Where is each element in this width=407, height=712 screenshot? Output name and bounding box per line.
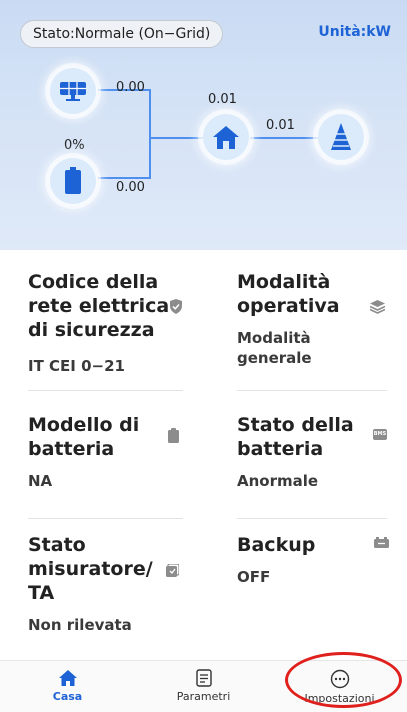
divider (28, 518, 183, 519)
divider (237, 390, 387, 391)
mode-card[interactable]: Modalità operativa Modalità generale (237, 270, 387, 368)
shield-icon (170, 299, 182, 314)
grid-code-card[interactable]: Codice della rete elettrica di sicurezza… (28, 270, 198, 376)
pv-power-value: 0.00 (116, 80, 145, 95)
tab-home-label: Casa (52, 690, 83, 703)
battery-model-card[interactable]: Modello di batteria NA (28, 413, 198, 491)
battery-state-title: Stato della batteria (237, 414, 354, 460)
tab-parameters-label: Parametri (176, 690, 231, 703)
battery-model-value: NA (28, 472, 53, 490)
home-icon (58, 670, 77, 686)
home-power-value: 0.01 (208, 92, 237, 107)
grid-tower-icon (331, 123, 351, 150)
document-icon (195, 669, 212, 687)
settings-highlight-circle (285, 652, 402, 708)
divider (237, 518, 387, 519)
energy-flow-panel: Stato:Normale (On−Grid) Unità:kW 0.00 0%… (0, 0, 407, 250)
home-node[interactable] (203, 114, 249, 160)
solar-panel-icon (60, 82, 86, 101)
backup-value: OFF (237, 568, 271, 586)
meter-icon (166, 564, 179, 577)
battery-soc-value: 0% (64, 138, 85, 153)
battery-state-value: Anormale (237, 472, 319, 490)
meter-value: Non rilevata (28, 616, 132, 634)
grid-node[interactable] (318, 114, 364, 160)
grid-code-value: IT CEI 0−21 (28, 357, 125, 375)
tab-parameters[interactable]: Parametri (136, 661, 271, 712)
layers-icon (370, 300, 385, 314)
grid-power-value: 0.01 (266, 118, 295, 133)
divider (28, 390, 183, 391)
backup-card[interactable]: Backup OFF (237, 533, 389, 587)
info-grid: Codice della rete elettrica di sicurezza… (0, 250, 407, 660)
grid-code-title: Codice della rete elettrica di sicurezza (28, 270, 198, 342)
battery-power-value: 0.00 (116, 180, 145, 195)
meter-card[interactable]: Stato misuratore/ TA Non rilevata (28, 533, 198, 635)
clipboard-icon (168, 428, 179, 443)
battery-node[interactable] (50, 158, 96, 204)
backup-title: Backup (237, 534, 316, 556)
tab-home[interactable]: Casa (0, 661, 135, 712)
home-icon (213, 126, 239, 149)
backup-battery-icon (374, 537, 389, 548)
solar-panel-node[interactable] (50, 68, 96, 114)
mode-value: Modalità generale (237, 329, 312, 367)
mode-title: Modalità operativa (237, 271, 340, 317)
battery-icon (65, 167, 81, 194)
bms-icon: BMS (373, 429, 387, 440)
battery-state-card[interactable]: Stato della batteria BMS Anormale (237, 413, 387, 491)
